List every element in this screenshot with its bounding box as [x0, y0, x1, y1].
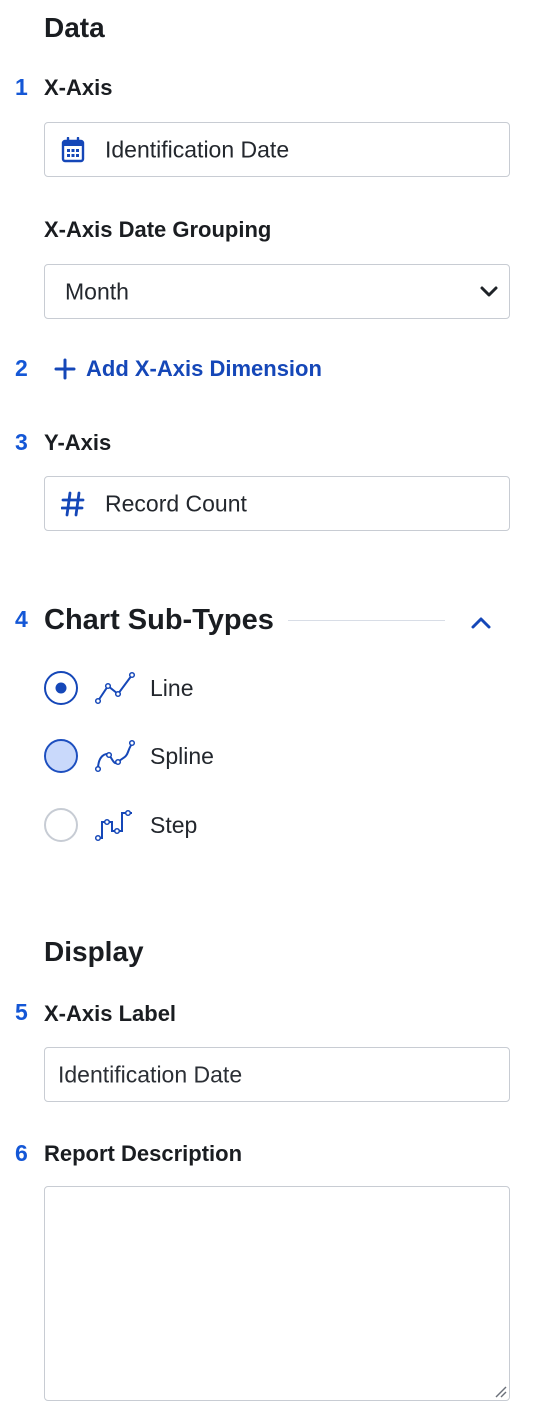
date-grouping-value: Month: [65, 278, 129, 304]
x-axis-label-value: Identification Date: [58, 1061, 243, 1087]
y-axis-value: Record Count: [105, 490, 247, 516]
subtype-option-line[interactable]: Line: [44, 670, 193, 706]
section-divider: [288, 620, 445, 621]
chart-subtypes-title: Chart Sub-Types: [44, 604, 274, 636]
radio-button-spline[interactable]: [44, 739, 78, 773]
date-grouping-select[interactable]: Month: [44, 264, 510, 319]
calendar-icon: [61, 136, 85, 163]
chevron-up-icon: [468, 617, 494, 639]
display-section-title: Display: [44, 936, 144, 967]
radio-button-line[interactable]: [44, 671, 78, 705]
plus-icon: [54, 358, 76, 380]
line-chart-icon: [94, 670, 138, 706]
radio-button-step[interactable]: [44, 808, 78, 842]
add-x-axis-dimension-label: Add X-Axis Dimension: [86, 356, 322, 381]
subtype-option-spline[interactable]: Spline: [44, 738, 214, 774]
step-number-3: 3: [15, 429, 28, 455]
report-description-textarea[interactable]: [44, 1186, 510, 1401]
step-number-6: 6: [15, 1140, 28, 1166]
date-grouping-label: X-Axis Date Grouping: [44, 217, 272, 242]
step-number-2: 2: [15, 355, 28, 381]
step-number-4: 4: [15, 606, 28, 632]
subtype-label-line: Line: [150, 674, 194, 701]
subtype-label-step: Step: [150, 811, 198, 838]
collapse-section-button[interactable]: [468, 609, 494, 635]
spline-chart-icon: [94, 738, 138, 774]
data-section-title: Data: [44, 12, 105, 43]
chevron-down-icon: [479, 285, 499, 299]
x-axis-label-field-label: X-Axis Label: [44, 1001, 177, 1026]
y-axis-field[interactable]: Record Count: [44, 476, 510, 531]
report-description-label: Report Description: [44, 1141, 243, 1166]
x-axis-label: X-Axis: [44, 75, 113, 100]
add-x-axis-dimension-button[interactable]: Add X-Axis Dimension: [54, 356, 322, 382]
x-axis-value: Identification Date: [105, 136, 290, 162]
step-number-5: 5: [15, 999, 28, 1025]
x-axis-label-input[interactable]: Identification Date: [44, 1047, 510, 1102]
x-axis-field[interactable]: Identification Date: [44, 122, 510, 177]
subtype-option-step[interactable]: Step: [44, 807, 197, 843]
step-chart-icon: [94, 807, 138, 843]
step-number-1: 1: [15, 74, 28, 100]
y-axis-label: Y-Axis: [44, 430, 112, 455]
resize-handle-icon[interactable]: [493, 1384, 507, 1398]
hash-icon: [60, 491, 85, 517]
subtype-label-spline: Spline: [150, 742, 214, 769]
